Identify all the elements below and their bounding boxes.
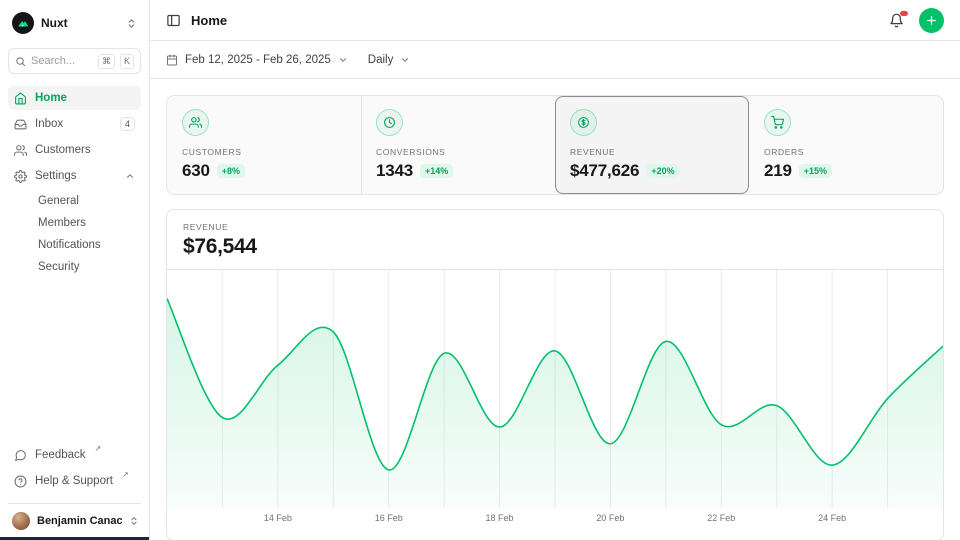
x-tick-label: 22 Feb xyxy=(707,513,735,523)
x-tick-label: 24 Feb xyxy=(818,513,846,523)
stat-card-orders[interactable]: ORDERS 219 +15% xyxy=(749,96,943,194)
nuxt-logo xyxy=(12,12,34,34)
date-range-picker[interactable]: Feb 12, 2025 - Feb 26, 2025 xyxy=(166,54,348,66)
dollar-circle-icon xyxy=(570,109,597,136)
message-icon xyxy=(14,449,27,462)
panel-collapse-icon[interactable] xyxy=(166,13,181,28)
sidebar-item-general[interactable]: General xyxy=(8,190,141,212)
users-icon xyxy=(14,144,27,157)
chart-title: REVENUE xyxy=(183,222,927,232)
chevron-down-icon xyxy=(400,55,410,65)
bell-icon[interactable] xyxy=(889,13,904,28)
sidebar: Nuxt Search... ⌘ K Home Inbox 4 xyxy=(0,0,150,540)
stat-value: 1343 xyxy=(376,161,413,181)
notification-dot xyxy=(900,11,908,16)
chart-canvas xyxy=(167,270,943,508)
user-name: Benjamin Canac xyxy=(37,515,122,527)
sidebar-item-notifications[interactable]: Notifications xyxy=(8,234,141,256)
clock-icon xyxy=(376,109,403,136)
stat-value: 630 xyxy=(182,161,210,181)
dashboard-content: CUSTOMERS 630 +8% CONVERSIONS 1343 +14% xyxy=(150,79,960,540)
inbox-count-badge: 4 xyxy=(120,117,135,131)
x-tick-label: 20 Feb xyxy=(596,513,624,523)
sidebar-nav: Home Inbox 4 Customers Settings Ge xyxy=(8,86,141,278)
cart-icon xyxy=(764,109,791,136)
stat-delta-badge: +15% xyxy=(799,164,832,178)
footer-link-label: Feedback xyxy=(35,449,86,461)
chevron-up-icon xyxy=(125,171,135,181)
feedback-link[interactable]: Feedback ↗ xyxy=(8,443,141,467)
footer-link-label: Help & Support xyxy=(35,475,113,487)
header-actions xyxy=(889,8,944,33)
chart-header: REVENUE $76,544 xyxy=(167,210,943,270)
chevrons-up-down-icon xyxy=(126,18,137,29)
help-circle-icon xyxy=(14,475,27,488)
inbox-icon xyxy=(14,118,27,131)
filter-toolbar: Feb 12, 2025 - Feb 26, 2025 Daily xyxy=(150,41,960,79)
chevron-down-icon xyxy=(338,55,348,65)
x-tick-label: 18 Feb xyxy=(486,513,514,523)
chevrons-up-down-icon xyxy=(129,516,139,526)
add-button[interactable] xyxy=(919,8,944,33)
page-title: Home xyxy=(191,13,227,28)
x-tick-label: 14 Feb xyxy=(264,513,292,523)
stat-label: REVENUE xyxy=(570,147,734,157)
stat-label: ORDERS xyxy=(764,147,928,157)
external-link-icon: ↗ xyxy=(122,469,129,480)
users-icon xyxy=(182,109,209,136)
stat-card-conversions[interactable]: CONVERSIONS 1343 +14% xyxy=(361,96,555,194)
sidebar-footer: Feedback ↗ Help & Support ↗ Benjamin Can… xyxy=(8,443,141,532)
sidebar-item-settings[interactable]: Settings xyxy=(8,164,141,188)
x-tick-label: 16 Feb xyxy=(375,513,403,523)
stat-label: CUSTOMERS xyxy=(182,147,346,157)
revenue-chart-panel: REVENUE $76,544 14 Feb 16 Feb 18 Feb 20 Feb… xyxy=(166,209,944,540)
date-range-label: Feb 12, 2025 - Feb 26, 2025 xyxy=(185,54,331,66)
sidebar-item-label: Inbox xyxy=(35,118,63,130)
calendar-icon xyxy=(166,54,178,66)
gear-icon xyxy=(14,170,27,183)
stat-delta-badge: +8% xyxy=(217,164,245,178)
plus-icon xyxy=(925,14,938,27)
top-header: Home xyxy=(150,0,960,41)
stat-delta-badge: +20% xyxy=(646,164,679,178)
main-area: Home Feb 12, 2025 - Feb 26, 2025 Da xyxy=(150,0,960,540)
stat-value: 219 xyxy=(764,161,792,181)
workspace-name: Nuxt xyxy=(41,16,119,30)
search-icon xyxy=(15,56,26,67)
chart-current-value: $76,544 xyxy=(183,235,927,259)
sidebar-item-label: Settings xyxy=(35,170,77,182)
home-icon xyxy=(14,92,27,105)
search-input[interactable]: Search... ⌘ K xyxy=(8,48,141,74)
stat-label: CONVERSIONS xyxy=(376,147,540,157)
search-placeholder: Search... xyxy=(31,55,93,67)
stat-card-revenue[interactable]: REVENUE $477,626 +20% xyxy=(555,96,749,194)
user-menu[interactable]: Benjamin Canac xyxy=(8,503,141,532)
sidebar-item-label: Customers xyxy=(35,144,91,156)
sidebar-item-security[interactable]: Security xyxy=(8,256,141,278)
sidebar-item-customers[interactable]: Customers xyxy=(8,138,141,162)
sidebar-item-label: Home xyxy=(35,92,67,104)
avatar xyxy=(12,512,30,530)
revenue-area-chart xyxy=(167,270,943,508)
granularity-label: Daily xyxy=(368,54,394,66)
stat-delta-badge: +14% xyxy=(420,164,453,178)
granularity-select[interactable]: Daily xyxy=(368,54,411,66)
sidebar-item-inbox[interactable]: Inbox 4 xyxy=(8,112,141,136)
x-axis-ticks: 14 Feb 16 Feb 18 Feb 20 Feb 22 Feb 24 Feb xyxy=(167,508,943,530)
workspace-selector[interactable]: Nuxt xyxy=(8,10,141,36)
kbd-cmd: ⌘ xyxy=(98,54,115,69)
stat-card-customers[interactable]: CUSTOMERS 630 +8% xyxy=(167,96,361,194)
stat-value: $477,626 xyxy=(570,161,639,181)
kbd-k: K xyxy=(120,54,134,69)
sidebar-item-home[interactable]: Home xyxy=(8,86,141,110)
help-support-link[interactable]: Help & Support ↗ xyxy=(8,469,141,493)
stats-row: CUSTOMERS 630 +8% CONVERSIONS 1343 +14% xyxy=(166,95,944,195)
settings-subnav: General Members Notifications Security xyxy=(8,190,141,278)
external-link-icon: ↗ xyxy=(95,443,102,454)
sidebar-item-members[interactable]: Members xyxy=(8,212,141,234)
